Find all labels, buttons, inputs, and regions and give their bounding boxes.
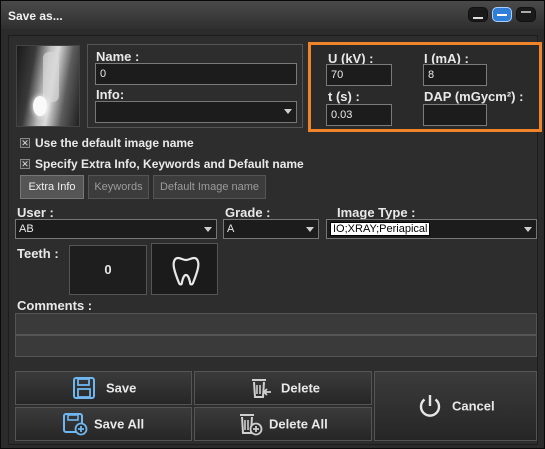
chevron-down-icon — [284, 109, 292, 114]
name-input[interactable]: 0 — [95, 63, 297, 85]
info-select[interactable] — [95, 101, 297, 123]
default-name-checkbox[interactable]: ✕ — [20, 138, 30, 148]
t-s-input[interactable]: 0.03 — [326, 104, 392, 126]
grade-label: Grade : — [225, 205, 271, 220]
save-as-dialog: Save as... Name : 0 Info: U (kV) : 70 I … — [0, 0, 545, 449]
tooth-chart-button[interactable] — [151, 243, 218, 295]
delete-label: Delete — [281, 380, 321, 396]
delete-all-button[interactable]: Delete All — [194, 407, 372, 441]
user-select-value: AB — [19, 223, 34, 235]
extra-info-checkbox[interactable]: ✕ — [20, 159, 30, 169]
delete-all-label: Delete All — [269, 416, 328, 432]
comments-label: Comments : — [17, 298, 93, 313]
power-icon — [419, 395, 441, 417]
save-all-label: Save All — [94, 416, 145, 432]
teeth-label: Teeth : — [17, 246, 59, 261]
minimize-icon — [473, 17, 483, 19]
close-icon — [521, 11, 531, 13]
chevron-down-icon — [204, 227, 212, 232]
i-ma-input[interactable]: 8 — [423, 64, 487, 86]
image-type-label: Image Type : — [337, 205, 416, 220]
dap-input[interactable] — [423, 104, 487, 126]
user-label: User : — [17, 205, 54, 220]
tab-keywords[interactable]: Keywords — [88, 175, 149, 199]
comments-line-1[interactable] — [15, 313, 537, 335]
u-kv-input[interactable]: 70 — [326, 64, 392, 86]
dap-label: DAP (mGycm²) : — [424, 89, 524, 104]
floppy-icon — [73, 377, 95, 399]
teeth-value[interactable]: 0 — [69, 245, 147, 295]
user-select[interactable]: AB — [15, 219, 217, 239]
grade-select[interactable]: A — [223, 219, 319, 239]
chevron-down-icon — [306, 227, 314, 232]
save-all-button[interactable]: Save All — [15, 407, 192, 441]
trash-plus-icon — [240, 414, 263, 436]
trash-arrow-icon — [252, 379, 271, 398]
comments-line-2[interactable] — [15, 335, 537, 357]
maximize-button[interactable] — [492, 7, 512, 22]
save-label: Save — [106, 380, 137, 396]
cancel-button[interactable]: Cancel — [374, 371, 537, 441]
name-label: Name : — [96, 49, 140, 64]
tab-default-image-name[interactable]: Default Image name — [153, 175, 266, 199]
xray-root-shape — [43, 52, 59, 102]
tab-extra-info[interactable]: Extra Info — [20, 175, 84, 199]
xray-thumbnail — [16, 45, 80, 127]
info-label: Info: — [96, 87, 125, 102]
title-bar[interactable]: Save as... — [1, 1, 544, 29]
image-type-select[interactable]: IO;XRAY;Periapical — [326, 219, 537, 239]
window-title: Save as... — [8, 9, 63, 23]
image-type-value: IO;XRAY;Periapical — [330, 222, 431, 236]
save-button[interactable]: Save — [15, 371, 192, 405]
tooth-icon — [172, 256, 200, 286]
cancel-label: Cancel — [452, 398, 495, 414]
delete-button[interactable]: Delete — [194, 371, 372, 405]
t-s-label: t (s) : — [328, 89, 360, 104]
default-name-label: Use the default image name — [35, 136, 194, 150]
grade-select-value: A — [227, 223, 235, 235]
maximize-icon — [497, 14, 507, 16]
xray-highlight-shape — [33, 96, 47, 116]
extra-info-label: Specify Extra Info, Keywords and Default… — [35, 157, 304, 171]
close-button[interactable] — [516, 7, 536, 22]
chevron-down-icon — [524, 227, 532, 232]
floppy-plus-icon — [63, 413, 88, 436]
minimize-button[interactable] — [468, 7, 488, 22]
